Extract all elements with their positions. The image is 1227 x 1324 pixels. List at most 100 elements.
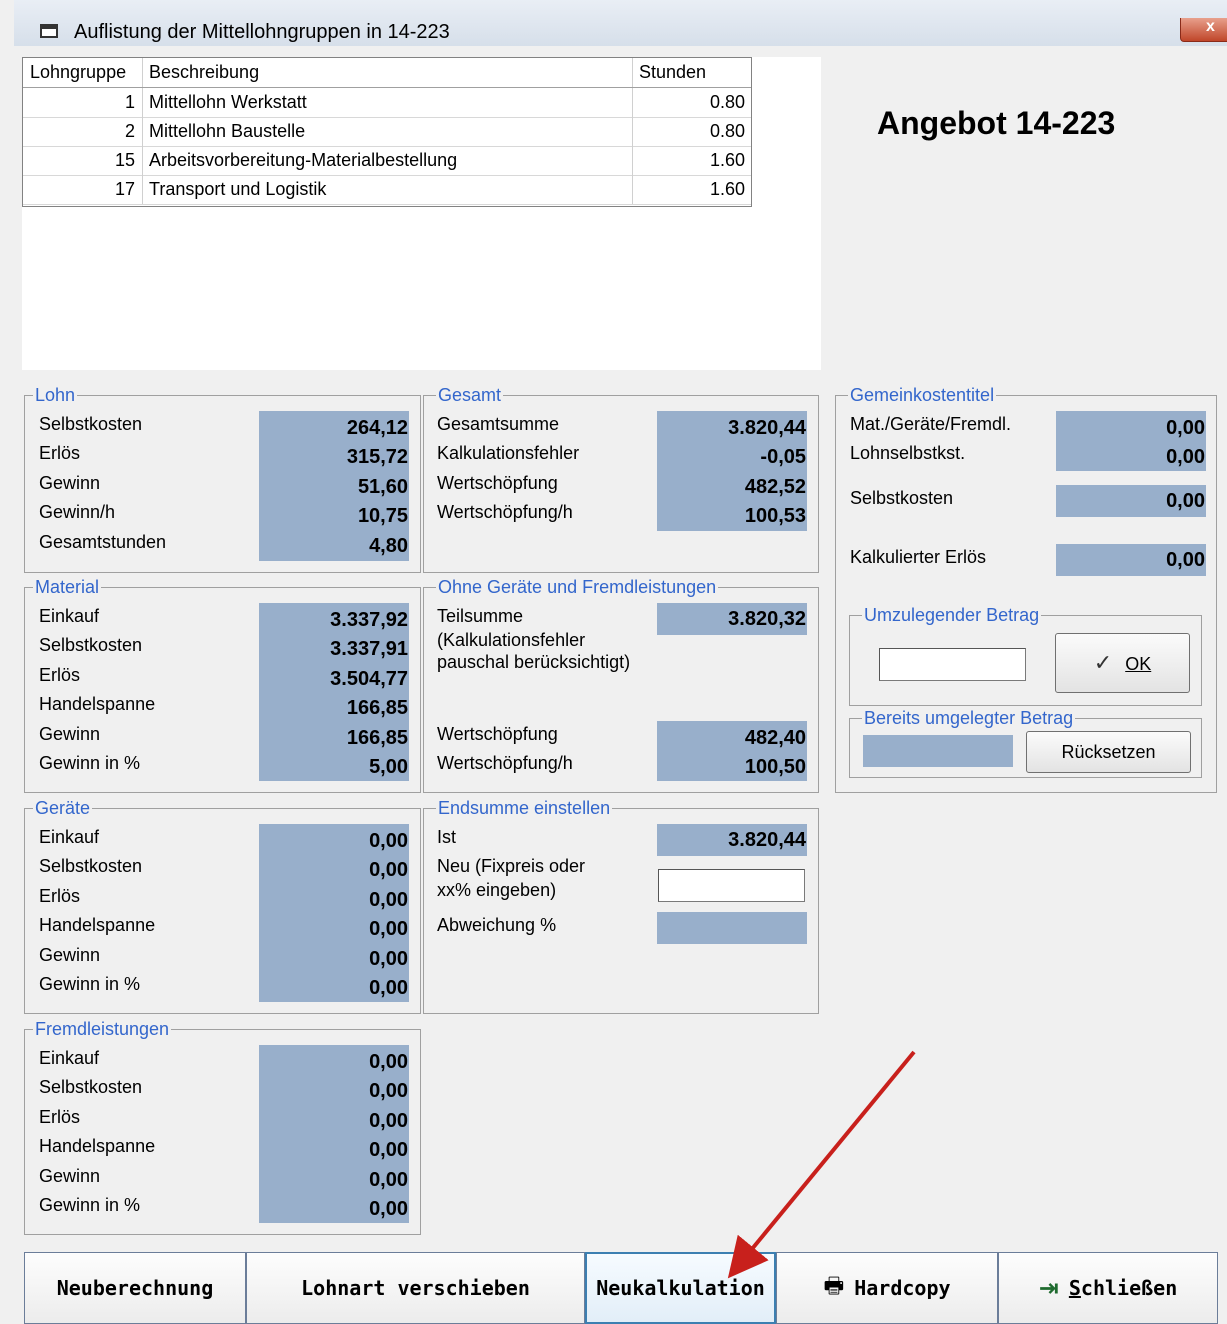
- value-teilsumme: 3.820,32: [728, 608, 806, 630]
- value-ist: 3.820,44: [728, 829, 806, 851]
- label-gesamtsumme: Gesamtsumme: [437, 414, 560, 434]
- schliessen-label: Schließen: [1069, 1276, 1177, 1300]
- legend-gesamt: Gesamt: [436, 384, 504, 406]
- label-wertschoepfung: Wertschöpfung: [437, 724, 558, 744]
- window-icon: [40, 24, 58, 38]
- cell-group: 2: [23, 117, 143, 146]
- label-teilsumme: Teilsumme: [437, 606, 524, 626]
- header-stunden[interactable]: Stunden: [633, 58, 751, 87]
- ok-button[interactable]: ✓ OK: [1055, 633, 1190, 693]
- close-button[interactable]: x: [1180, 18, 1227, 42]
- label-lohnselbstkst: Lohnselbstkst.: [850, 443, 966, 463]
- label-gewinn: Gewinn: [39, 1166, 101, 1186]
- cell-hours: 0.80: [709, 92, 745, 112]
- value-gewinn: 166,85: [346, 727, 408, 749]
- legend-fremdleistungen: Fremdleistungen: [33, 1018, 172, 1040]
- value-wertschoepfung-h: 100,53: [744, 505, 806, 527]
- label-selbstkosten: Selbstkosten: [850, 488, 954, 508]
- label-einkauf: Einkauf: [39, 827, 100, 847]
- legend-endsumme: Endsumme einstellen: [436, 797, 613, 819]
- neukalkulation-label: Neukalkulation: [596, 1276, 765, 1300]
- label-einkauf: Einkauf: [39, 606, 100, 626]
- table-row[interactable]: 17 Transport und Logistik 1.60: [23, 175, 751, 205]
- label-selbstkosten: Selbstkosten: [39, 635, 143, 655]
- lohnart-verschieben-button[interactable]: Lohnart verschieben: [246, 1252, 585, 1324]
- value-erloes: 0,00: [369, 889, 408, 911]
- label-kalkulationsfehler: Kalkulationsfehler: [437, 443, 580, 463]
- header-beschreibung[interactable]: Beschreibung: [143, 58, 633, 87]
- label-wertschoepfung: Wertschöpfung: [437, 473, 558, 493]
- value-einkauf: 3.337,92: [330, 609, 408, 631]
- legend-umzulegender-betrag: Umzulegender Betrag: [862, 604, 1042, 626]
- hardcopy-label: Hardcopy: [854, 1276, 951, 1300]
- value-selbstkosten: 0,00: [369, 1080, 408, 1102]
- value-wertschoepfung-h: 100,50: [744, 756, 806, 778]
- label-mat-geraete-fremdl: Mat./Geräte/Fremdl.: [850, 414, 1012, 434]
- label-handelspanne: Handelspanne: [39, 1136, 156, 1156]
- wage-group-table[interactable]: Lohngruppe Beschreibung Stunden 1 Mittel…: [22, 57, 752, 207]
- label-selbstkosten: Selbstkosten: [39, 856, 143, 876]
- label-gewinn-h: Gewinn/h: [39, 502, 116, 522]
- neuberechnung-button[interactable]: Neuberechnung: [24, 1252, 246, 1324]
- label-handelspanne: Handelspanne: [39, 694, 156, 714]
- label-gewinn-prozent: Gewinn in %: [39, 1195, 141, 1215]
- label-abweichung: Abweichung %: [437, 915, 557, 935]
- value-gewinn: 0,00: [369, 1169, 408, 1191]
- title-bar: Auflistung der Mittellohngruppen in 14-2…: [14, 0, 1227, 47]
- label-teilsumme-note: pauschal berücksichtigt): [437, 652, 631, 672]
- cell-hours: 1.60: [709, 150, 745, 170]
- value-selbstkosten: 3.337,91: [330, 638, 408, 660]
- cell-group: 1: [23, 88, 143, 117]
- label-ist: Ist: [437, 827, 457, 847]
- hardcopy-button[interactable]: 🖶 Hardcopy: [776, 1252, 998, 1324]
- check-icon: ✓: [1093, 650, 1113, 675]
- label-gewinn-prozent: Gewinn in %: [39, 753, 141, 773]
- value-einkauf: 0,00: [369, 830, 408, 852]
- schliessen-rest: chließen: [1080, 1276, 1178, 1300]
- value-gewinn: 0,00: [369, 948, 408, 970]
- cell-hours: 0.80: [709, 121, 745, 141]
- cell-desc: Transport und Logistik: [143, 175, 633, 204]
- legend-gemeinkostentitel: Gemeinkostentitel: [848, 384, 997, 406]
- neu-input[interactable]: [658, 869, 805, 902]
- value-handelspanne: 0,00: [369, 1139, 408, 1161]
- label-gewinn: Gewinn: [39, 724, 101, 744]
- value-gewinn-prozent: 0,00: [369, 977, 408, 999]
- bereits-umgelegt-value: [863, 735, 1013, 767]
- label-selbstkosten: Selbstkosten: [39, 1077, 143, 1097]
- value-erloes: 0,00: [369, 1110, 408, 1132]
- abweichung-value: [657, 912, 807, 944]
- value-handelspanne: 166,85: [346, 697, 408, 719]
- header-lohngruppe[interactable]: Lohngruppe: [23, 58, 143, 87]
- value-gesamtstunden: 4,80: [369, 535, 408, 557]
- label-selbstkosten: Selbstkosten: [39, 414, 143, 434]
- value-einkauf: 0,00: [369, 1051, 408, 1073]
- cell-desc: Mittellohn Baustelle: [143, 117, 633, 146]
- table-row[interactable]: 1 Mittellohn Werkstatt 0.80: [23, 88, 751, 118]
- cell-group: 15: [23, 146, 143, 175]
- label-handelspanne: Handelspanne: [39, 915, 156, 935]
- neukalkulation-button[interactable]: Neukalkulation: [585, 1252, 776, 1324]
- lohnart-verschieben-label: Lohnart verschieben: [301, 1276, 530, 1300]
- reset-button[interactable]: Rücksetzen: [1026, 731, 1191, 773]
- value-gewinn-prozent: 5,00: [369, 756, 408, 778]
- value-wertschoepfung: 482,40: [744, 727, 806, 749]
- legend-bereits-umgelegt: Bereits umgelegter Betrag: [862, 707, 1076, 729]
- table-row[interactable]: 2 Mittellohn Baustelle 0.80: [23, 117, 751, 147]
- label-erloes: Erlös: [39, 1107, 81, 1127]
- value-gewinn: 51,60: [357, 476, 408, 498]
- value-selbstkosten: 264,12: [346, 417, 408, 439]
- schliessen-button[interactable]: ⇥ Schließen: [998, 1252, 1218, 1324]
- value-selbstkosten: 0,00: [1166, 490, 1205, 512]
- value-wertschoepfung: 482,52: [744, 476, 806, 498]
- neuberechnung-label: Neuberechnung: [56, 1276, 214, 1300]
- label-neu-hint: xx% eingeben): [437, 880, 557, 900]
- label-neu: Neu (Fixpreis oder: [437, 856, 586, 876]
- legend-material: Material: [33, 576, 102, 598]
- legend-geraete: Geräte: [33, 797, 93, 819]
- umzulegender-betrag-input[interactable]: [879, 648, 1026, 681]
- exit-door-icon: ⇥: [1038, 1274, 1059, 1302]
- table-row[interactable]: 15 Arbeitsvorbereitung-Materialbestellun…: [23, 146, 751, 176]
- label-gesamtstunden: Gesamtstunden: [39, 532, 167, 552]
- schliessen-mnemonic: S: [1068, 1276, 1081, 1300]
